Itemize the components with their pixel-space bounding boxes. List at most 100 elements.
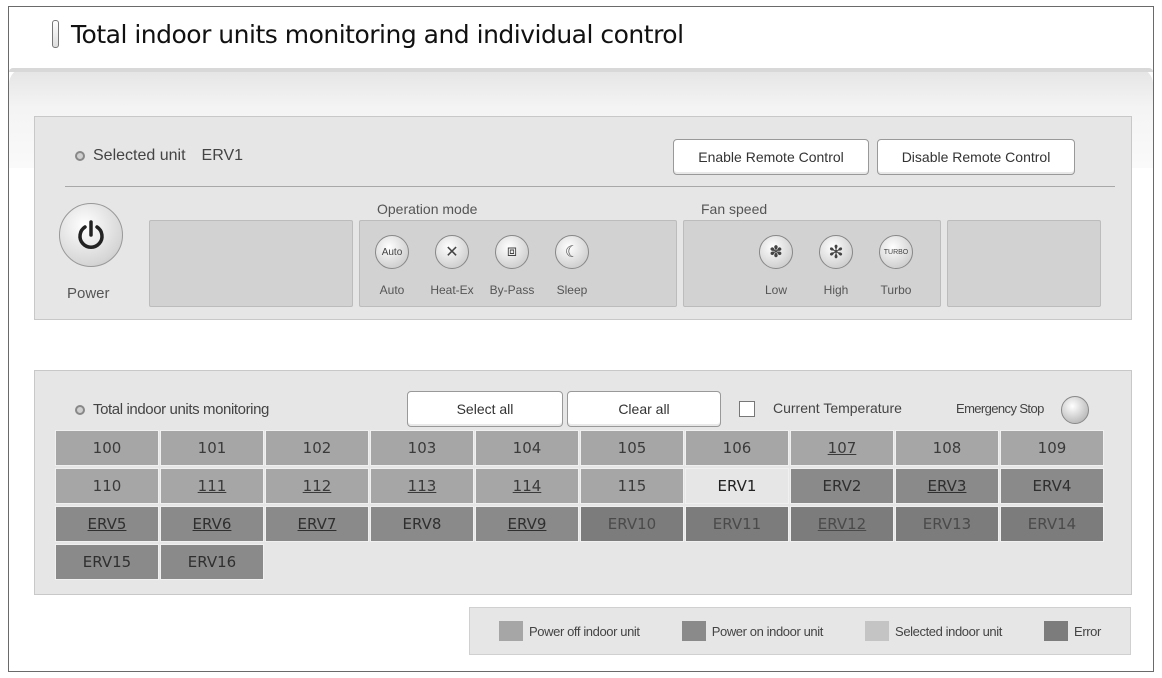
selected-unit-label: Selected unit [93, 147, 186, 164]
disable-remote-control-button[interactable]: Disable Remote Control [877, 139, 1075, 175]
fan-turbo-label: Turbo [880, 283, 912, 297]
unit-cell[interactable]: 110 [55, 468, 159, 504]
current-temperature-checkbox[interactable] [739, 401, 755, 417]
unit-cell[interactable]: ERV4 [1000, 468, 1104, 504]
power-button[interactable] [59, 203, 123, 267]
legend-swatch [499, 621, 524, 641]
status-box-right [947, 220, 1101, 307]
legend-item: Power on indoor unit [681, 621, 824, 641]
title-bar: Total indoor units monitoring and indivi… [52, 14, 684, 54]
unit-cell[interactable]: 109 [1000, 430, 1104, 466]
unit-cell[interactable]: ERV3 [895, 468, 999, 504]
unit-name: ERV15 [82, 553, 132, 571]
fan-high-icon: ✻ [828, 241, 844, 262]
unit-name: 108 [932, 439, 962, 457]
unit-cell[interactable]: ERV1 [685, 468, 789, 504]
fan-high-label: High [823, 283, 849, 297]
unit-cell[interactable]: ERV7 [265, 506, 369, 542]
unit-cell[interactable]: ERV13 [895, 506, 999, 542]
unit-name: ERV6 [192, 515, 232, 533]
unit-name: 115 [617, 477, 647, 495]
auto-icon: Auto [381, 246, 403, 258]
unit-name: 113 [407, 477, 437, 495]
unit-name: ERV13 [922, 515, 972, 533]
unit-cell[interactable]: ERV10 [580, 506, 684, 542]
fan-high-button[interactable]: ✻ [819, 235, 853, 269]
unit-cell[interactable]: ERV9 [475, 506, 579, 542]
mode-heat-ex-label: Heat-Ex [430, 283, 474, 297]
unit-name: ERV4 [1032, 477, 1072, 495]
monitoring-title: Total indoor units monitoring [75, 401, 269, 418]
unit-cell[interactable]: 107 [790, 430, 894, 466]
unit-name: 101 [197, 439, 227, 457]
enable-remote-control-button[interactable]: Enable Remote Control [673, 139, 869, 175]
unit-name: ERV11 [712, 515, 762, 533]
unit-name: 102 [302, 439, 332, 457]
legend-swatch [681, 621, 706, 641]
legend-label: Power off indoor unit [529, 623, 640, 639]
unit-name: ERV1 [717, 477, 757, 495]
bypass-icon: ⧈ [506, 243, 518, 260]
unit-cell[interactable]: ERV11 [685, 506, 789, 542]
unit-name: ERV2 [822, 477, 862, 495]
unit-name: 104 [512, 439, 542, 457]
unit-cell[interactable]: 108 [895, 430, 999, 466]
status-box-left [149, 220, 353, 307]
unit-cell[interactable]: 115 [580, 468, 684, 504]
unit-cell[interactable]: ERV5 [55, 506, 159, 542]
unit-cell[interactable]: ERV16 [160, 544, 264, 580]
unit-name: ERV16 [187, 553, 237, 571]
unit-cell[interactable]: ERV8 [370, 506, 474, 542]
mode-sleep-label: Sleep [556, 283, 588, 297]
legend-item: Selected indoor unit [865, 621, 1002, 641]
title-marker-icon [52, 20, 59, 48]
unit-cell[interactable]: 104 [475, 430, 579, 466]
legend-label: Power on indoor unit [711, 623, 824, 639]
unit-name: ERV5 [87, 515, 127, 533]
unit-cell[interactable]: 105 [580, 430, 684, 466]
legend: Power off indoor unit Power on indoor uni… [469, 607, 1131, 655]
mode-heat-ex-button[interactable]: ✕ [435, 235, 469, 269]
unit-cell[interactable]: 113 [370, 468, 474, 504]
unit-cell[interactable]: ERV2 [790, 468, 894, 504]
unit-name: ERV10 [607, 515, 657, 533]
unit-name: 107 [827, 439, 857, 457]
divider [65, 186, 1115, 187]
clear-all-button[interactable]: Clear all [567, 391, 721, 427]
mode-auto-label: Auto [379, 283, 405, 297]
unit-cell[interactable]: 114 [475, 468, 579, 504]
unit-name: 100 [92, 439, 122, 457]
mode-bypass-button[interactable]: ⧈ [495, 235, 529, 269]
fan-low-button[interactable]: ✽ [759, 235, 793, 269]
unit-name: ERV7 [297, 515, 337, 533]
unit-cell[interactable]: 111 [160, 468, 264, 504]
emergency-stop-button[interactable] [1061, 396, 1089, 424]
fan-speed-title: Fan speed [701, 201, 768, 217]
unit-cell[interactable]: ERV14 [1000, 506, 1104, 542]
fan-turbo-button[interactable]: TURBO [879, 235, 913, 269]
control-panel: Selected unit ERV1 Enable Remote Control… [34, 116, 1132, 320]
unit-cell[interactable]: 112 [265, 468, 369, 504]
unit-cell[interactable]: ERV12 [790, 506, 894, 542]
unit-cell[interactable]: 106 [685, 430, 789, 466]
select-all-button[interactable]: Select all [407, 391, 563, 427]
unit-name: 103 [407, 439, 437, 457]
emergency-stop-label: Emergency Stop [956, 401, 1044, 416]
operation-mode-title: Operation mode [377, 201, 478, 217]
legend-label: Error [1074, 623, 1101, 639]
unit-cell[interactable]: ERV6 [160, 506, 264, 542]
heat-exchange-icon: ✕ [445, 244, 459, 261]
bullet-icon [75, 404, 85, 415]
unit-cell[interactable]: 103 [370, 430, 474, 466]
unit-cell[interactable]: 100 [55, 430, 159, 466]
mode-sleep-button[interactable]: ☾ [555, 235, 589, 269]
unit-name: 112 [302, 477, 332, 495]
unit-cell[interactable]: ERV15 [55, 544, 159, 580]
bullet-icon [75, 151, 85, 161]
unit-name: ERV9 [507, 515, 547, 533]
unit-cell[interactable]: 102 [265, 430, 369, 466]
fan-low-label: Low [764, 283, 787, 297]
unit-cell[interactable]: 101 [160, 430, 264, 466]
mode-auto-button[interactable]: Auto [375, 235, 409, 269]
turbo-icon: TURBO [883, 248, 909, 256]
